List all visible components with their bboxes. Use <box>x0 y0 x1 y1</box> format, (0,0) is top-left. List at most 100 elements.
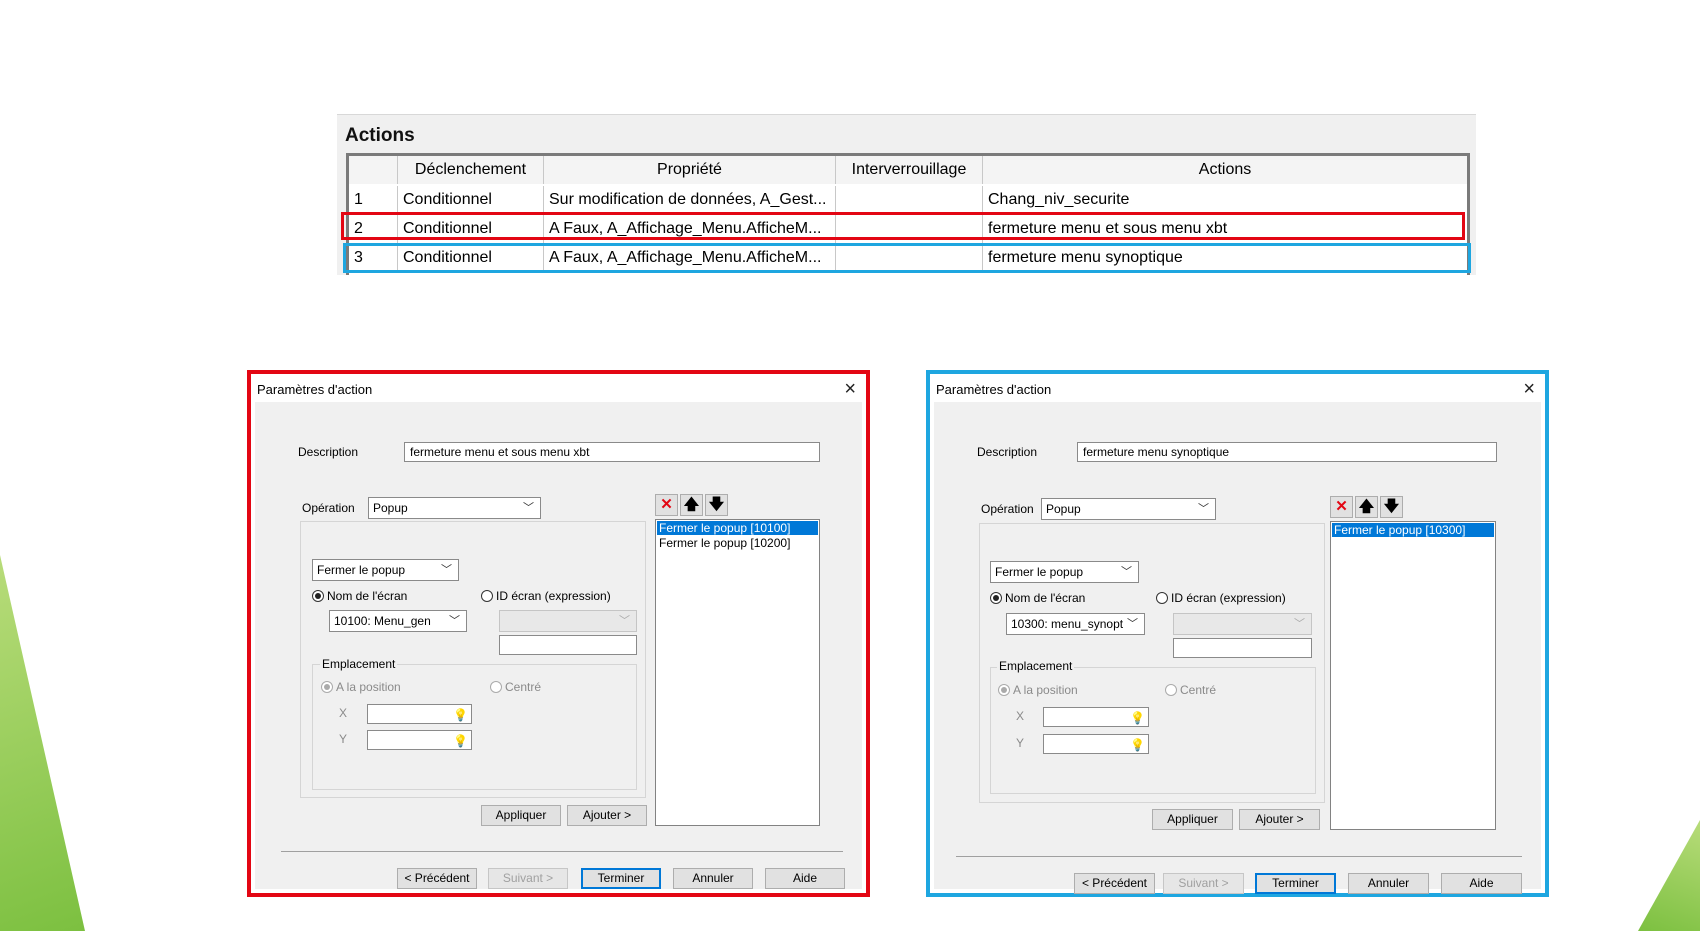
apply-button[interactable]: Appliquer <box>481 805 561 826</box>
screen-value: 10100: Menu_gen <box>334 614 431 628</box>
at-position-radio[interactable]: A la position <box>998 683 1078 697</box>
previous-button[interactable]: < Précédent <box>1074 873 1155 894</box>
col-header-actions[interactable]: Actions <box>983 156 1467 184</box>
action-params-dialog-left: Paramètres d'action × Description fermet… <box>255 378 862 889</box>
finish-button[interactable]: Terminer <box>581 868 661 889</box>
col-header-num[interactable] <box>349 156 398 184</box>
chevron-down-icon: ﹀ <box>449 615 460 627</box>
previous-button[interactable]: < Précédent <box>397 868 477 889</box>
finish-button[interactable]: Terminer <box>1255 873 1336 894</box>
lightbulb-icon[interactable]: 💡 <box>453 732 468 750</box>
y-input[interactable]: 💡 <box>1043 734 1149 754</box>
screen-name-label: Nom de l'écran <box>1005 591 1086 605</box>
screen-id-select[interactable]: ﹀ <box>499 610 637 632</box>
description-input[interactable]: fermeture menu synoptique <box>1077 442 1497 462</box>
row-num: 1 <box>349 186 398 214</box>
centered-label: Centré <box>505 680 542 694</box>
help-button[interactable]: Aide <box>765 868 845 889</box>
sub-operation-select[interactable]: Fermer le popup ﹀ <box>312 559 459 581</box>
y-label: Y <box>1016 736 1025 750</box>
list-item[interactable]: Fermer le popup [10300] <box>1332 523 1494 537</box>
lightbulb-icon[interactable]: 💡 <box>1130 736 1145 754</box>
operation-label: Opération <box>302 501 355 515</box>
help-button[interactable]: Aide <box>1441 873 1522 894</box>
next-button[interactable]: Suivant > <box>1163 873 1244 894</box>
add-button[interactable]: Ajouter > <box>1239 809 1320 830</box>
screen-id-radio[interactable]: ID écran (expression) <box>1156 591 1286 605</box>
radio-off-icon <box>1165 684 1177 696</box>
delete-icon[interactable]: ✕ <box>1330 496 1353 518</box>
col-header-trigger[interactable]: Déclenchement <box>398 156 544 184</box>
lightbulb-icon[interactable]: 💡 <box>1130 709 1145 727</box>
screen-id-expression-input[interactable] <box>1173 638 1312 658</box>
close-icon[interactable]: × <box>844 377 856 401</box>
row-action: Chang_niv_securite <box>988 191 1130 208</box>
description-input[interactable]: fermeture menu et sous menu xbt <box>404 442 820 462</box>
screen-select[interactable]: 10300: menu_synopt ﹀ <box>1006 613 1145 635</box>
sub-operation-value: Fermer le popup <box>995 565 1084 579</box>
col-header-interlock[interactable]: Interverrouillage <box>836 156 983 184</box>
col-header-property[interactable]: Propriété <box>544 156 836 184</box>
dialog-title-bar: Paramètres d'action × <box>255 378 862 402</box>
sub-operation-value: Fermer le popup <box>317 563 406 577</box>
row-interlock <box>836 186 983 214</box>
action-list[interactable]: Fermer le popup [10100] Fermer le popup … <box>655 519 820 826</box>
centered-radio[interactable]: Centré <box>1165 683 1216 697</box>
radio-on-icon <box>998 684 1010 696</box>
delete-icon[interactable]: ✕ <box>655 494 678 516</box>
dialog-title: Paramètres d'action <box>257 382 373 397</box>
screen-id-radio[interactable]: ID écran (expression) <box>481 589 611 603</box>
at-position-radio[interactable]: A la position <box>321 680 401 694</box>
row-trigger: Conditionnel <box>398 186 544 214</box>
screen-id-select[interactable]: ﹀ <box>1173 613 1312 635</box>
close-icon[interactable]: × <box>1523 377 1535 401</box>
row-property: Sur modification de données, A_Gest... <box>544 186 836 214</box>
highlight-row-3 <box>343 243 1471 273</box>
x-label: X <box>1016 709 1025 723</box>
arrow-down-icon[interactable]: 🡇 <box>1380 496 1403 518</box>
chevron-down-icon: ﹀ <box>619 615 630 627</box>
arrow-up-icon[interactable]: 🡅 <box>680 494 703 516</box>
screen-name-radio[interactable]: Nom de l'écran <box>990 591 1085 605</box>
description-label: Description <box>977 445 1038 459</box>
arrow-up-icon[interactable]: 🡅 <box>1355 496 1378 518</box>
screen-name-radio[interactable]: Nom de l'écran <box>312 589 407 603</box>
highlight-dialog-right: Paramètres d'action × Description fermet… <box>926 370 1549 897</box>
radio-on-icon <box>312 590 324 602</box>
divider <box>956 856 1522 857</box>
x-input[interactable]: 💡 <box>1043 707 1149 727</box>
lightbulb-icon[interactable]: 💡 <box>453 706 468 724</box>
list-item[interactable]: Fermer le popup [10100] <box>657 521 818 535</box>
screen-value: 10300: menu_synopt <box>1011 617 1124 631</box>
dialog-title: Paramètres d'action <box>936 382 1052 397</box>
table-row[interactable]: 1 Conditionnel Sur modification de donné… <box>349 186 1467 214</box>
description-label: Description <box>298 445 359 459</box>
cancel-button[interactable]: Annuler <box>1348 873 1429 894</box>
operation-select[interactable]: Popup ﹀ <box>368 497 541 519</box>
decor-green-left <box>0 555 85 931</box>
operation-value: Popup <box>373 501 408 515</box>
highlight-row-2 <box>341 212 1465 240</box>
centered-radio[interactable]: Centré <box>490 680 541 694</box>
operation-select[interactable]: Popup ﹀ <box>1041 498 1216 520</box>
action-list[interactable]: Fermer le popup [10300] <box>1330 521 1496 830</box>
at-position-label: A la position <box>1013 683 1078 697</box>
cancel-button[interactable]: Annuler <box>673 868 753 889</box>
radio-off-icon <box>481 590 493 602</box>
x-input[interactable]: 💡 <box>367 704 472 724</box>
decor-green-right <box>1638 820 1700 931</box>
arrow-down-icon[interactable]: 🡇 <box>705 494 728 516</box>
y-input[interactable]: 💡 <box>367 730 472 750</box>
screen-id-label: ID écran (expression) <box>1171 591 1286 605</box>
screen-id-expression-input[interactable] <box>499 635 637 655</box>
location-label: Emplacement <box>997 659 1075 673</box>
dialog-title-bar: Paramètres d'action × <box>934 378 1541 402</box>
add-button[interactable]: Ajouter > <box>567 805 647 826</box>
apply-button[interactable]: Appliquer <box>1152 809 1233 830</box>
sub-operation-select[interactable]: Fermer le popup ﹀ <box>990 561 1139 583</box>
screen-select[interactable]: 10100: Menu_gen ﹀ <box>329 610 467 632</box>
operation-label: Opération <box>981 502 1034 516</box>
action-params-dialog-right: Paramètres d'action × Description fermet… <box>934 378 1541 894</box>
list-item[interactable]: Fermer le popup [10200] <box>657 536 818 550</box>
next-button[interactable]: Suivant > <box>488 868 568 889</box>
